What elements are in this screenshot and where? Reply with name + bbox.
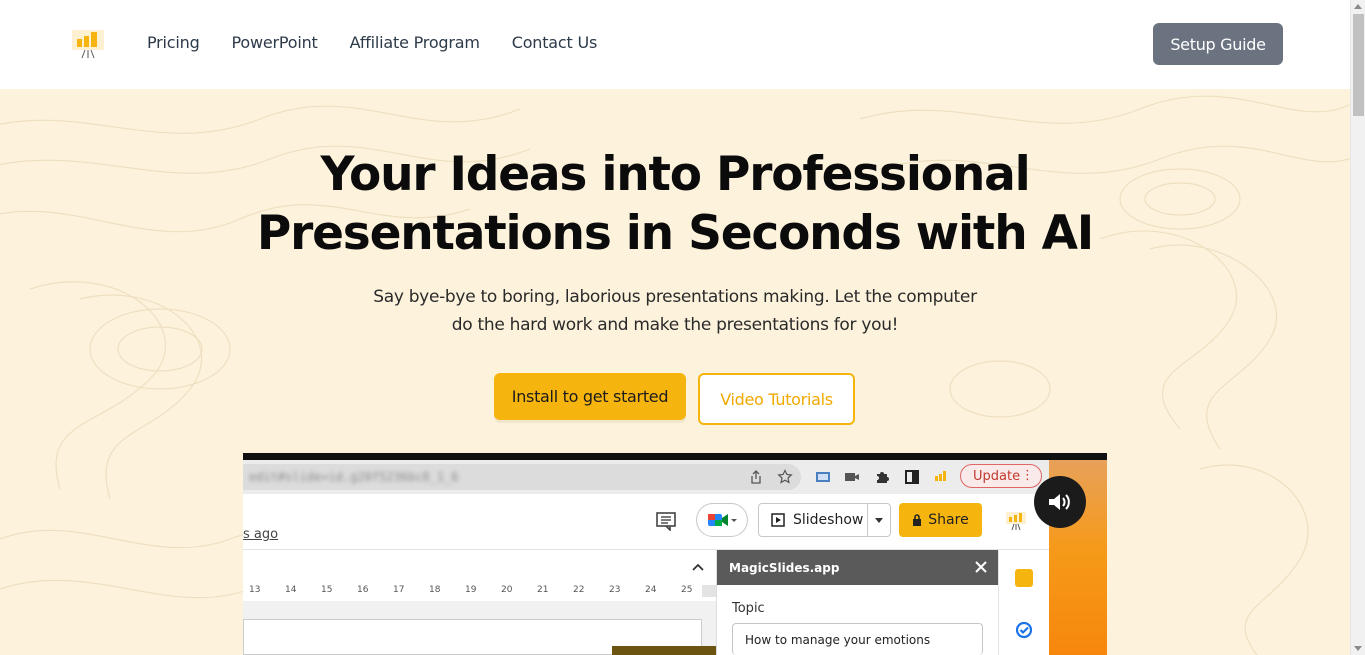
ruler-tick: 14 <box>285 585 297 595</box>
meet-button[interactable] <box>696 503 748 537</box>
extension-logo-icon <box>935 471 946 481</box>
slides-toolbar: s ago Slideshow Share <box>243 494 1049 550</box>
subtitle-line-2: do the hard work and make the presentati… <box>451 315 899 335</box>
video-top-border <box>243 453 1107 460</box>
star-icon <box>777 469 793 484</box>
puzzle-icon <box>877 472 889 483</box>
unmute-button[interactable] <box>1034 476 1086 528</box>
slideshow-button[interactable]: Slideshow <box>758 503 891 537</box>
top-nav: Pricing PowerPoint Affiliate Program Con… <box>0 0 1350 89</box>
nav-link-contact[interactable]: Contact Us <box>512 33 598 52</box>
scroll-up-arrow-icon[interactable] <box>1354 4 1362 9</box>
topic-input[interactable]: How to manage your emotions <box>732 623 983 655</box>
product-demo-video[interactable]: edit#slide=id.g20f5236bc8_1_6 Update ⋮ s… <box>243 453 1107 655</box>
slideshow-label: Slideshow <box>793 512 864 528</box>
video-tutorials-button[interactable]: Video Tutorials <box>698 373 855 425</box>
video-icon <box>845 473 859 481</box>
subtitle-line-1: Say bye-bye to boring, laborious present… <box>373 287 977 307</box>
comment-icon[interactable] <box>655 511 677 531</box>
ruler-tick: 16 <box>357 585 369 595</box>
sidepanel-icon <box>905 470 919 484</box>
play-icon <box>771 513 785 527</box>
share-label: Share <box>928 512 969 528</box>
ruler-tick: 20 <box>501 585 513 595</box>
tasks-icon[interactable] <box>1015 621 1033 639</box>
lock-icon <box>913 514 922 526</box>
magicslides-logo-icon[interactable] <box>1006 511 1026 531</box>
meet-icon <box>708 514 737 526</box>
keep-icon[interactable] <box>1015 569 1033 587</box>
setup-guide-button[interactable]: Setup Guide <box>1153 23 1283 65</box>
browser-toolbar: edit#slide=id.g20f5236bc8_1_6 Update ⋮ <box>243 460 1107 494</box>
share-page-icon <box>751 470 761 484</box>
share-button[interactable]: Share <box>899 503 982 537</box>
last-edit-link[interactable]: s ago <box>243 527 278 542</box>
nav-link-pricing[interactable]: Pricing <box>147 33 200 52</box>
slideshow-dropdown[interactable] <box>868 517 890 523</box>
scroll-down-arrow-icon[interactable] <box>1354 646 1362 651</box>
hero-section: Your Ideas into Professional Presentatio… <box>0 89 1350 655</box>
panel-header: MagicSlides.app <box>717 550 999 585</box>
ruler-tick: 24 <box>645 585 657 595</box>
ruler-margin <box>702 585 716 597</box>
headline-line-1: Your Ideas into Professional <box>320 147 1030 202</box>
nav-links: Pricing PowerPoint Affiliate Program Con… <box>147 33 597 52</box>
panel-title: MagicSlides.app <box>729 560 840 575</box>
headline-line-2: Presentations in Seconds with AI <box>256 206 1094 261</box>
ruler-tick: 18 <box>429 585 441 595</box>
close-icon[interactable] <box>973 559 989 575</box>
page-scrollbar[interactable] <box>1350 0 1365 655</box>
ruler-tick: 21 <box>537 585 549 595</box>
nav-link-affiliate[interactable]: Affiliate Program <box>350 33 480 52</box>
ruler-tick: 25 <box>681 585 693 595</box>
photo-icon <box>816 472 830 482</box>
caret-down-icon <box>875 517 884 523</box>
topic-label: Topic <box>732 601 765 616</box>
more-dots-icon: ⋮ <box>1021 468 1034 483</box>
volume-icon <box>1049 494 1070 510</box>
ruler-tick: 23 <box>609 585 621 595</box>
browser-update-button[interactable]: Update ⋮ <box>960 464 1042 488</box>
ruler-area: 13 14 15 16 17 18 19 20 21 22 23 24 25 <box>243 550 716 601</box>
hero-headline: Your Ideas into Professional Presentatio… <box>0 145 1350 263</box>
browser-url-bar: edit#slide=id.g20f5236bc8_1_6 <box>243 464 801 490</box>
ruler-tick: 17 <box>393 585 405 595</box>
ruler-tick: 19 <box>465 585 477 595</box>
update-label: Update <box>973 468 1021 484</box>
install-button[interactable]: Install to get started <box>494 373 686 420</box>
logo-icon[interactable] <box>72 28 104 60</box>
ruler-tick: 15 <box>321 585 333 595</box>
ruler-tick: 22 <box>573 585 585 595</box>
ruler-tick: 13 <box>249 585 261 595</box>
magicslides-panel: MagicSlides.app Topic How to manage your… <box>716 550 999 655</box>
url-text: edit#slide=id.g20f5236bc8_1_6 <box>249 470 459 484</box>
side-apps-strip <box>998 550 1049 655</box>
hero-subtitle: Say bye-bye to boring, laborious present… <box>350 283 1000 339</box>
chevron-up-icon[interactable] <box>691 562 705 572</box>
nav-link-powerpoint[interactable]: PowerPoint <box>232 33 318 52</box>
scroll-thumb[interactable] <box>1353 14 1364 116</box>
ruler: 13 14 15 16 17 18 19 20 21 22 23 24 25 <box>243 585 716 597</box>
